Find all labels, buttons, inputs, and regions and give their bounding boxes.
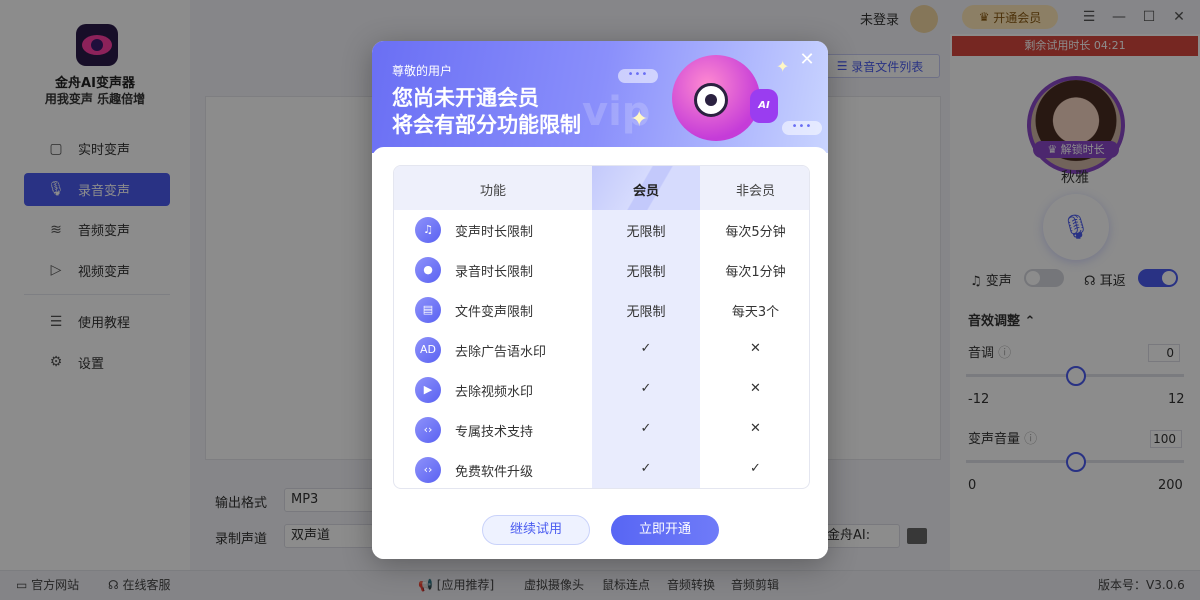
upgrade-icon: ‹›	[415, 457, 441, 483]
mascot-eye-icon	[694, 83, 728, 117]
file-audio-icon: ▤	[415, 297, 441, 323]
header-non-vip: 非会员	[735, 184, 775, 199]
cross-icon: ✕	[750, 341, 761, 356]
dialog-close-icon[interactable]: ✕	[798, 51, 816, 69]
open-now-button[interactable]: 立即开通	[611, 515, 719, 545]
table-row: ♫ 变声时长限制 无限制 每次5分钟	[394, 210, 809, 250]
feature-name: 去除广告语水印	[455, 345, 547, 360]
vip-limit-dialog: vip 尊敬的用户 您尚未开通会员 将会有部分功能限制 ••• ••• ✦ ✦ …	[372, 41, 828, 559]
chat-bubble-icon: •••	[618, 69, 658, 83]
check-icon: ✓	[640, 341, 652, 356]
feature-name: 文件变声限制	[455, 305, 534, 320]
dialog-title-line2: 将会有部分功能限制	[392, 113, 581, 137]
chat-bubble-icon: •••	[782, 121, 822, 135]
feature-name: 免费软件升级	[455, 465, 534, 480]
dialog-header: vip 尊敬的用户 您尚未开通会员 将会有部分功能限制 ••• ••• ✦ ✦ …	[372, 41, 828, 153]
support-icon: ‹›	[415, 417, 441, 443]
cross-icon: ✕	[750, 421, 761, 436]
header-feature: 功能	[479, 184, 506, 199]
dialog-body: 功能 会员 非会员 ♫ 变声时长限制 无限制 每次5分钟 ● 录音时长限制 无限…	[372, 147, 828, 559]
check-icon: ✓	[640, 421, 652, 436]
feature-comparison-table: 功能 会员 非会员 ♫ 变声时长限制 无限制 每次5分钟 ● 录音时长限制 无限…	[393, 165, 810, 489]
video-icon: ▶	[415, 377, 441, 403]
check-icon: ✓	[750, 461, 761, 476]
music-note-icon: ♫	[415, 217, 441, 243]
feature-name: 录音时长限制	[455, 265, 534, 280]
table-row: ▶ 去除视频水印 ✓ ✕	[394, 370, 809, 410]
dialog-title-line1: 您尚未开通会员	[392, 86, 539, 110]
non-vip-value: 每次5分钟	[725, 225, 786, 240]
sparkle-icon: ✦	[776, 57, 790, 76]
sparkle-icon: ✦	[630, 107, 649, 132]
vip-value: 无限制	[626, 305, 666, 320]
header-vip: 会员	[632, 184, 659, 199]
non-vip-value: 每次1分钟	[725, 265, 786, 280]
table-row: ‹› 免费软件升级 ✓ ✓	[394, 450, 809, 488]
continue-trial-button[interactable]: 继续试用	[482, 515, 590, 545]
check-icon: ✓	[640, 461, 652, 476]
vip-value: 无限制	[626, 265, 666, 280]
table-row: ● 录音时长限制 无限制 每次1分钟	[394, 250, 809, 290]
table-row: AD 去除广告语水印 ✓ ✕	[394, 330, 809, 370]
dialog-greeting: 尊敬的用户	[392, 64, 453, 78]
cross-icon: ✕	[750, 381, 761, 396]
non-vip-value: 每天3个	[731, 305, 780, 320]
feature-name: 去除视频水印	[455, 385, 534, 400]
ad-icon: AD	[415, 337, 441, 363]
ai-headphone-icon: AI	[750, 89, 778, 123]
feature-name: 变声时长限制	[455, 225, 534, 240]
feature-name: 专属技术支持	[455, 425, 534, 440]
table-row: ▤ 文件变声限制 无限制 每天3个	[394, 290, 809, 330]
check-icon: ✓	[640, 381, 652, 396]
microphone-icon: ●	[415, 257, 441, 283]
table-row: ‹› 专属技术支持 ✓ ✕	[394, 410, 809, 450]
vip-value: 无限制	[626, 225, 666, 240]
